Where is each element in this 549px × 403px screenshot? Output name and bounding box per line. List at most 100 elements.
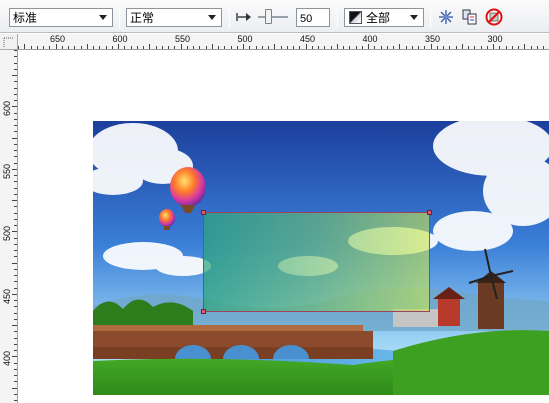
ruler-tick bbox=[93, 46, 94, 49]
transparency-type-select[interactable]: 标准 bbox=[9, 8, 113, 27]
ruler-tick bbox=[14, 125, 17, 126]
ruler-tick bbox=[14, 131, 17, 132]
toolbar-separator bbox=[430, 5, 431, 29]
ruler-tick bbox=[387, 46, 388, 49]
ruler-tick bbox=[481, 46, 482, 49]
selection-handle[interactable] bbox=[427, 210, 432, 215]
drawing-canvas[interactable] bbox=[19, 51, 549, 403]
merge-mode-value: 正常 bbox=[130, 11, 155, 25]
ruler-tick bbox=[199, 46, 200, 49]
ruler-tick bbox=[14, 300, 17, 301]
ruler-tick bbox=[418, 46, 419, 49]
selection-handle[interactable] bbox=[201, 309, 206, 314]
ruler-tick bbox=[168, 46, 169, 49]
ruler-tick bbox=[224, 46, 225, 49]
ruler-label: 400 bbox=[362, 34, 378, 44]
freeze-icon[interactable] bbox=[437, 8, 455, 26]
ruler-tick bbox=[99, 46, 100, 49]
ruler-tick bbox=[14, 306, 17, 307]
ruler-tick bbox=[14, 331, 17, 332]
ruler-tick bbox=[293, 46, 294, 49]
ruler-tick bbox=[449, 46, 450, 49]
transparency-selection[interactable] bbox=[201, 210, 432, 314]
ruler-tick bbox=[193, 46, 194, 49]
transparency-value-input[interactable] bbox=[296, 8, 330, 27]
ruler-tick bbox=[14, 344, 17, 345]
ruler-tick bbox=[14, 113, 17, 114]
ruler-tick bbox=[14, 213, 17, 214]
ruler-tick bbox=[518, 46, 519, 49]
ruler-tick bbox=[143, 46, 144, 49]
ruler-tick bbox=[287, 46, 288, 49]
transparency-slider-track[interactable] bbox=[258, 16, 288, 18]
ruler-tick bbox=[349, 46, 350, 49]
ruler-tick bbox=[356, 46, 357, 49]
ruler-tick bbox=[256, 46, 257, 49]
ruler-label: 550 bbox=[175, 34, 191, 44]
ruler-tick bbox=[231, 46, 232, 49]
toolbar-separator bbox=[229, 5, 230, 29]
ruler-tick bbox=[343, 46, 344, 49]
ruler-label: 300 bbox=[487, 34, 503, 44]
transparency-midpoint-icon bbox=[235, 8, 253, 26]
ruler-tick bbox=[437, 46, 438, 49]
copy-transparency-icon[interactable] bbox=[461, 8, 479, 26]
selection-handle[interactable] bbox=[201, 210, 206, 215]
ruler-tick bbox=[14, 219, 17, 220]
ruler-tick bbox=[331, 46, 332, 49]
ruler-tick bbox=[174, 46, 175, 49]
ruler-label: 600 bbox=[2, 100, 12, 116]
clear-transparency-icon[interactable] bbox=[485, 8, 503, 26]
property-bar: 标准 正常 全部 bbox=[0, 0, 549, 33]
ruler-tick bbox=[14, 319, 17, 320]
ruler-label: 600 bbox=[112, 34, 128, 44]
ruler-tick bbox=[399, 44, 400, 49]
ruler-tick bbox=[112, 46, 113, 49]
ruler-tick bbox=[206, 46, 207, 49]
ruler-tick bbox=[506, 46, 507, 49]
ruler-label: 350 bbox=[425, 34, 441, 44]
ruler-tick bbox=[62, 46, 63, 49]
ruler-tick bbox=[24, 44, 25, 49]
ruler-tick bbox=[18, 46, 19, 49]
ruler-tick bbox=[312, 46, 313, 49]
ruler-tick bbox=[14, 238, 17, 239]
ruler-tick bbox=[468, 46, 469, 49]
ruler-tick bbox=[181, 44, 182, 49]
transparency-slider-thumb[interactable] bbox=[265, 9, 272, 24]
ruler-tick bbox=[31, 46, 32, 49]
ruler-tick bbox=[14, 188, 17, 189]
ruler-tick bbox=[12, 263, 17, 264]
ruler-tick bbox=[324, 46, 325, 49]
vertical-ruler[interactable]: 600 550 500 450 400 bbox=[0, 50, 18, 403]
ruler-tick bbox=[412, 46, 413, 49]
chevron-down-icon bbox=[410, 15, 418, 20]
ruler-tick bbox=[274, 44, 275, 49]
ruler-label: 500 bbox=[237, 34, 253, 44]
ruler-tick bbox=[14, 150, 17, 151]
ruler-tick bbox=[14, 69, 17, 70]
ruler-tick bbox=[14, 369, 17, 370]
ruler-tick bbox=[543, 46, 544, 49]
ruler-label: 550 bbox=[2, 163, 12, 179]
ruler-tick bbox=[12, 356, 17, 357]
ruler-tick bbox=[14, 375, 17, 376]
transparency-target-select[interactable]: 全部 bbox=[344, 8, 424, 27]
ruler-tick bbox=[118, 44, 119, 49]
ruler-label: 450 bbox=[300, 34, 316, 44]
ruler-label: 500 bbox=[2, 225, 12, 241]
ruler-tick bbox=[87, 44, 88, 49]
ruler-tick bbox=[14, 225, 17, 226]
ruler-tick bbox=[499, 46, 500, 49]
ruler-tick bbox=[14, 81, 17, 82]
ruler-tick bbox=[12, 106, 17, 107]
merge-mode-select[interactable]: 正常 bbox=[126, 8, 222, 27]
ruler-tick bbox=[14, 175, 17, 176]
ruler-tick bbox=[81, 46, 82, 49]
ruler-origin[interactable] bbox=[0, 34, 18, 50]
toolbar-separator bbox=[119, 5, 120, 29]
ruler-tick bbox=[12, 294, 17, 295]
ruler-tick bbox=[68, 46, 69, 49]
horizontal-ruler[interactable]: 650 600 550 500 450 400 350 300 bbox=[18, 34, 549, 50]
ruler-tick bbox=[14, 206, 17, 207]
